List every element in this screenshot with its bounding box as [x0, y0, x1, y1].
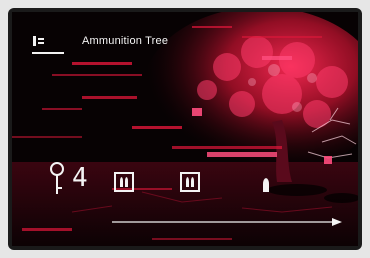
single-bullet-icon[interactable]: [262, 177, 270, 193]
tab-menu-icon[interactable]: [32, 35, 46, 47]
double-bullet-icon: [120, 177, 128, 187]
key-icon: [50, 162, 64, 194]
ammo-slot-1[interactable]: [114, 172, 134, 192]
game-screen: Ammunition Tree 4: [12, 12, 358, 246]
double-bullet-icon: [186, 177, 194, 187]
ammo-slot-2[interactable]: [180, 172, 200, 192]
active-tab-underline: [32, 52, 64, 54]
page-title: Ammunition Tree: [82, 35, 169, 47]
hud-overlay: Ammunition Tree 4: [12, 12, 358, 246]
arrow-right-icon: [112, 218, 342, 226]
key-count: 4: [72, 163, 88, 193]
